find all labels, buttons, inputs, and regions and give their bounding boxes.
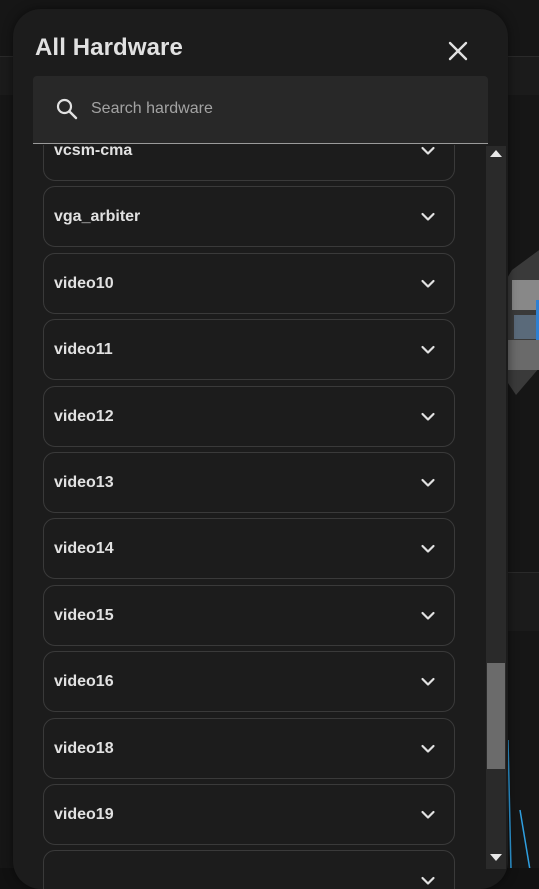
chevron-down-icon[interactable] — [420, 209, 436, 225]
background-panel — [506, 572, 539, 631]
all-hardware-dialog: All Hardware vcsm-cmavga_arbitervideo10v… — [13, 9, 508, 889]
hardware-item[interactable]: video16 — [43, 651, 455, 713]
chevron-down-icon[interactable] — [420, 145, 436, 159]
hardware-item[interactable]: video10 — [43, 252, 455, 314]
hardware-item-label: video10 — [54, 274, 114, 292]
dialog-title: All Hardware — [35, 34, 183, 61]
chevron-down-icon[interactable] — [420, 741, 436, 757]
hardware-item-label: vga_arbiter — [54, 208, 141, 226]
hardware-item[interactable]: video19 — [43, 783, 455, 845]
chevron-down-icon[interactable] — [420, 674, 436, 690]
hardware-item[interactable] — [43, 850, 455, 889]
chevron-down-icon[interactable] — [420, 807, 436, 823]
chevron-down-icon[interactable] — [420, 541, 436, 557]
background-graph — [507, 739, 531, 868]
close-button[interactable] — [441, 34, 475, 68]
hardware-item[interactable]: video18 — [43, 717, 455, 779]
hardware-item[interactable]: video15 — [43, 584, 455, 646]
chevron-down-icon[interactable] — [420, 342, 436, 358]
search-icon — [56, 98, 78, 120]
chevron-down-icon[interactable] — [420, 276, 436, 292]
hardware-item-label: video13 — [54, 473, 114, 491]
search-field[interactable] — [33, 76, 488, 144]
hardware-item-label: video12 — [54, 407, 114, 425]
scroll-down-arrow-icon[interactable] — [490, 854, 502, 861]
scrollbar[interactable] — [486, 146, 506, 869]
hardware-item[interactable]: vcsm-cma — [43, 145, 455, 181]
hardware-item-label: video15 — [54, 606, 114, 624]
hardware-item-label: video11 — [54, 341, 113, 359]
chevron-down-icon[interactable] — [420, 608, 436, 624]
hardware-item-label: vcsm-cma — [54, 145, 133, 159]
hardware-item-label: video18 — [54, 739, 114, 757]
search-input[interactable] — [91, 94, 461, 124]
hardware-item-label: video14 — [54, 540, 114, 558]
chevron-down-icon[interactable] — [420, 873, 436, 889]
scroll-up-arrow-icon[interactable] — [490, 150, 502, 157]
chevron-down-icon[interactable] — [420, 475, 436, 491]
background-device-image — [506, 250, 539, 395]
hardware-item[interactable]: video12 — [43, 385, 455, 447]
hardware-item[interactable]: video13 — [43, 451, 455, 513]
hardware-item-label: video16 — [54, 673, 114, 691]
scrollbar-thumb[interactable] — [487, 663, 505, 769]
hardware-list: vcsm-cma vga_arbiter video10 video11 video12… — [13, 145, 508, 889]
hardware-list-items: vcsm-cma vga_arbiter video10 video11 video12… — [43, 145, 455, 889]
hardware-item[interactable]: vga_arbiter — [43, 186, 455, 248]
chevron-down-icon[interactable] — [420, 409, 436, 425]
close-icon — [448, 41, 468, 61]
hardware-item[interactable]: video14 — [43, 518, 455, 580]
hardware-item[interactable]: video11 — [43, 319, 455, 381]
hardware-item-label: video19 — [54, 805, 114, 823]
